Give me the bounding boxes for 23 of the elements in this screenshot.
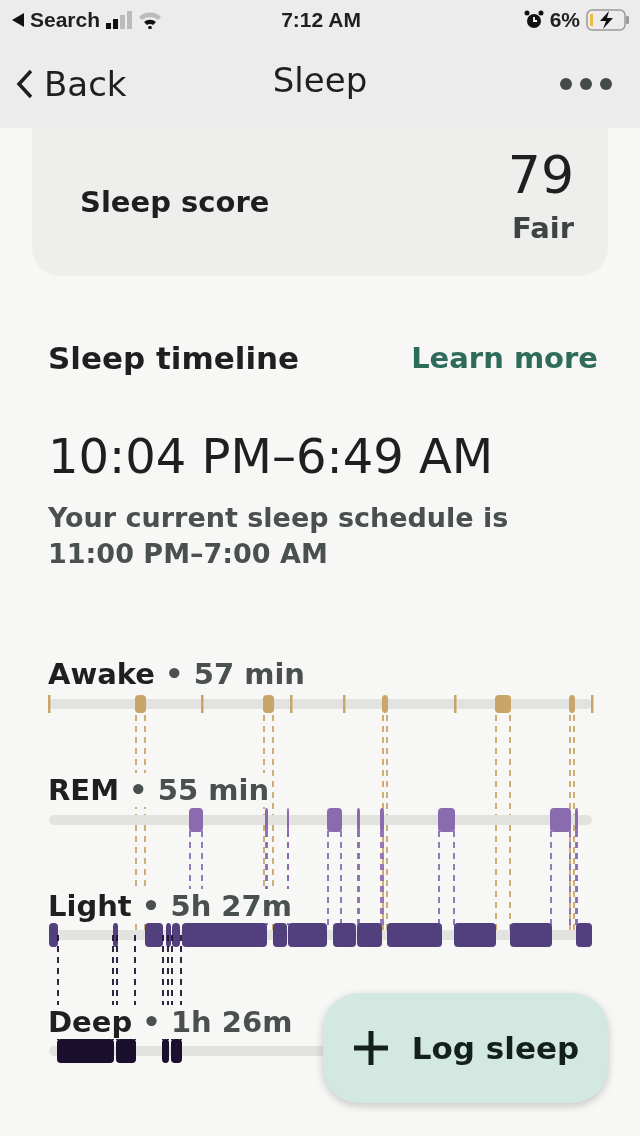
chevron-left-icon [16,69,34,99]
sleep-time-range: 10:04 PM–6:49 AM [48,428,495,484]
back-to-app-link[interactable]: Search [30,8,101,32]
plus-icon [351,1029,390,1067]
sleep-score-label: Sleep score [80,185,270,219]
back-button[interactable]: Back [16,64,127,104]
back-arrow-icon [12,13,24,27]
clock-time: 7:12 AM [281,8,361,32]
learn-more-link[interactable]: Learn more [411,341,598,375]
sleep-schedule-text: Your current sleep schedule is 11:00 PM–7:00 AM [48,501,510,572]
screen-title: Sleep [272,60,368,100]
sleep-score-rating: Fair [512,211,574,245]
sleep-score-value: 79 [507,145,574,205]
log-sleep-button[interactable]: Log sleep [323,993,608,1103]
wifi-icon [138,11,163,29]
stage-label: Light • 5h 27m [48,888,292,923]
battery-percent: 6% [549,8,580,32]
battery-charging-icon [586,9,630,31]
section-title: Sleep timeline [48,340,300,376]
alarm-clock-icon [523,10,544,30]
signal-icon [106,11,133,29]
stage-label: Deep • 1h 26m [48,1004,293,1039]
stage-label: REM • 55 min [48,772,270,807]
